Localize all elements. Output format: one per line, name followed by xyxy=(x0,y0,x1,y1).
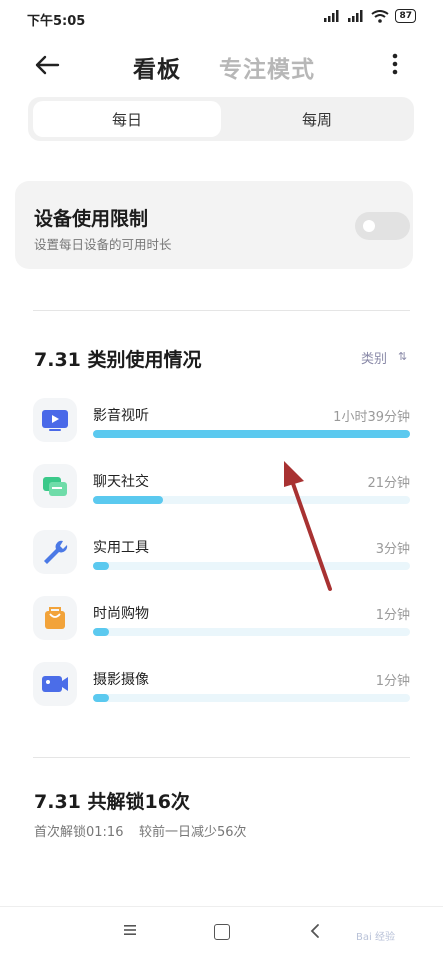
usage-bar-track xyxy=(93,430,410,438)
status-icons: 87 xyxy=(323,9,416,23)
divider xyxy=(33,757,410,758)
battery-icon: 87 xyxy=(395,9,416,23)
wifi-icon xyxy=(371,9,390,23)
status-time: 下午5:05 xyxy=(27,14,86,29)
usage-bar-fill xyxy=(93,562,109,570)
segment-daily[interactable]: 每日 xyxy=(33,101,221,137)
device-limit-toggle[interactable] xyxy=(355,212,410,240)
tab-dashboard[interactable]: 看板 xyxy=(133,50,181,84)
usage-bar-fill xyxy=(93,496,163,504)
divider xyxy=(33,310,410,311)
category-icon-container xyxy=(33,398,77,442)
category-usage-title: 7.31 类别使用情况 xyxy=(34,349,202,371)
category-name: 实用工具 xyxy=(93,540,149,556)
nav-back-icon[interactable] xyxy=(308,922,322,940)
category-time: 21分钟 xyxy=(367,476,410,491)
usage-bar-track xyxy=(93,694,410,702)
more-options-icon[interactable] xyxy=(384,50,406,80)
category-time: 1分钟 xyxy=(375,674,410,689)
category-icon-container xyxy=(33,530,77,574)
video-icon xyxy=(42,410,68,431)
category-icon-container xyxy=(33,464,77,508)
wrench-icon xyxy=(44,540,68,564)
category-time: 1小时39分钟 xyxy=(333,410,410,425)
watermark: Bai 经验 xyxy=(356,932,395,943)
chat-icon xyxy=(43,477,67,496)
home-icon[interactable] xyxy=(214,924,230,940)
unlock-comparison-text: 较前一日减少56次 xyxy=(139,825,247,840)
sort-icon[interactable]: ⇅ xyxy=(398,350,407,363)
first-unlock-text: 首次解锁01:16 xyxy=(34,825,124,840)
usage-bar-track xyxy=(93,562,410,570)
category-name: 时尚购物 xyxy=(93,606,149,622)
device-limit-subtitle: 设置每日设备的可用时长 xyxy=(34,237,172,252)
signal-icon xyxy=(324,10,339,22)
category-icon-container xyxy=(33,662,77,706)
usage-bar-fill xyxy=(93,430,410,438)
usage-bar-track xyxy=(93,496,410,504)
category-name: 影音视听 xyxy=(93,408,149,424)
back-arrow-icon[interactable] xyxy=(30,48,64,82)
device-limit-title: 设备使用限制 xyxy=(34,208,149,230)
category-icon-container xyxy=(33,596,77,640)
usage-bar-track xyxy=(93,628,410,636)
segment-weekly[interactable]: 每周 xyxy=(223,101,411,137)
camera-icon xyxy=(42,676,68,692)
shopping-bag-icon xyxy=(45,607,65,629)
usage-bar-fill xyxy=(93,694,109,702)
signal-icon xyxy=(348,10,363,22)
category-time: 3分钟 xyxy=(375,542,410,557)
category-name: 摄影摄像 xyxy=(93,672,149,688)
usage-bar-fill xyxy=(93,628,109,636)
annotation-arrow-icon xyxy=(284,461,332,591)
status-bar: 下午5:05 87 xyxy=(0,0,443,36)
toggle-knob xyxy=(363,220,375,232)
sort-button[interactable]: 类别 xyxy=(361,348,387,367)
menu-icon[interactable] xyxy=(122,922,138,938)
category-time: 1分钟 xyxy=(375,608,410,623)
unlock-count-title: 7.31 共解锁16次 xyxy=(34,791,190,813)
category-name: 聊天社交 xyxy=(93,474,149,490)
tab-focus-mode[interactable]: 专注模式 xyxy=(219,50,315,84)
